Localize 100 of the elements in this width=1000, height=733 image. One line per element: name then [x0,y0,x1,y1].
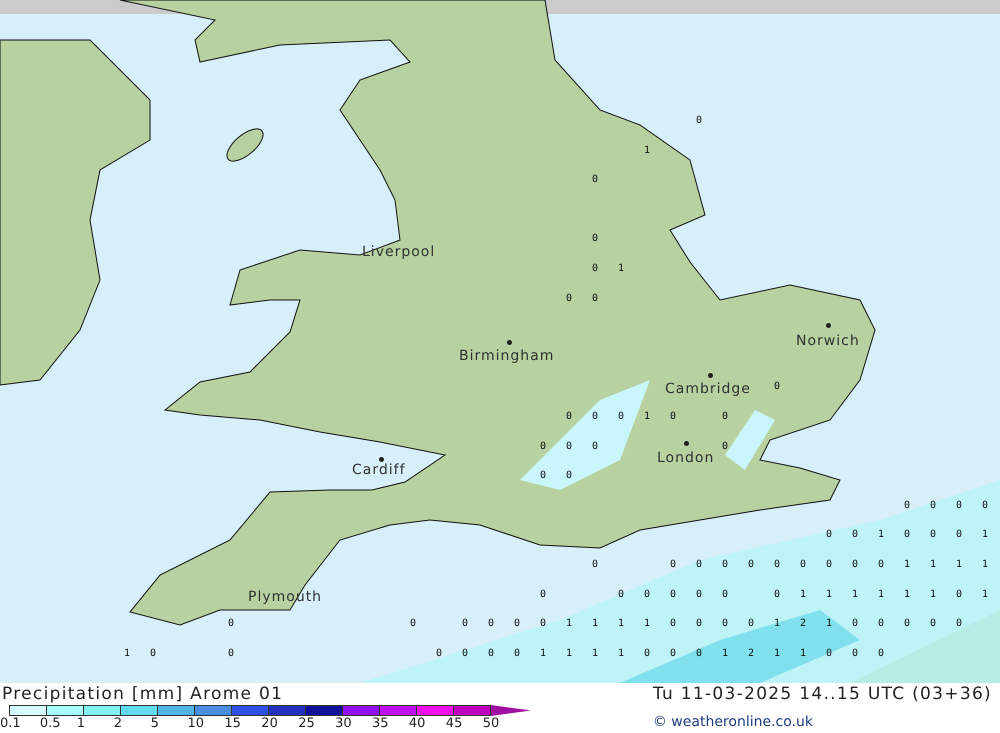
precipitation-value: 0 [720,618,730,630]
precipitation-value: 0 [148,648,158,660]
precipitation-value: 0 [226,618,236,630]
precipitation-value: 0 [980,500,990,512]
legend-label: 35 [372,716,389,732]
precipitation-value: 1 [772,618,782,630]
precipitation-value: 0 [694,588,704,601]
precipitation-value: 1 [928,559,938,571]
precipitation-value: 0 [668,648,678,660]
precipitation-value: 0 [720,588,730,601]
precipitation-value: 0 [642,588,652,601]
precipitation-value: 0 [590,174,600,186]
precipitation-value: 0 [590,233,600,246]
precipitation-value: 0 [590,440,600,453]
precipitation-value: 0 [668,618,678,630]
precipitation-value: 0 [954,588,964,601]
precipitation-value: 0 [876,559,886,571]
precipitation-value: 0 [850,648,860,660]
precipitation-value: 0 [590,263,600,275]
precipitation-value: 0 [668,559,678,571]
precipitation-value: 0 [538,588,548,601]
precipitation-value: 0 [824,529,834,542]
precipitation-value: 0 [772,381,782,394]
precipitation-value: 0 [616,411,626,423]
precipitation-value: 1 [616,648,626,660]
precipitation-value: 0 [694,115,704,127]
city-label: London [657,450,714,466]
precipitation-value: 0 [902,500,912,512]
precipitation-value: 0 [694,618,704,630]
precipitation-value: 0 [720,440,730,453]
precipitation-value: 0 [720,559,730,571]
precipitation-value: 0 [954,500,964,512]
precipitation-value: 0 [538,440,548,453]
city-label: Norwich [796,333,860,349]
precipitation-value: 0 [746,559,756,571]
precipitation-value: 0 [902,618,912,630]
precipitation-value: 1 [642,144,652,157]
precipitation-value: 0 [460,648,470,660]
precipitation-value: 1 [720,648,730,660]
precipitation-value: 0 [564,292,574,305]
precipitation-value: 1 [902,588,912,601]
forecast-timestamp: Tu 11-03-2025 14..15 UTC (03+36) [652,683,992,705]
precipitation-value: 0 [668,411,678,423]
precipitation-value: 0 [694,648,704,660]
precipitation-value: 0 [850,559,860,571]
precipitation-value: 1 [980,529,990,542]
precipitation-value: 1 [538,648,548,660]
precipitation-value: 1 [980,559,990,571]
precipitation-value: 1 [928,588,938,601]
legend-label: 0.1 [0,716,21,732]
legend-label: 25 [298,716,315,732]
precipitation-value: 0 [486,648,496,660]
precipitation-value: 0 [746,618,756,630]
precipitation-value: 1 [642,411,652,423]
precipitation-value: 1 [824,588,834,601]
precipitation-value: 1 [798,588,808,601]
legend-label: 2 [114,716,122,732]
precipitation-value: 0 [538,618,548,630]
legend-label: 15 [224,716,241,732]
precipitation-value: 0 [460,618,470,630]
precipitation-value: 1 [616,263,626,275]
precipitation-value: 1 [850,588,860,601]
precipitation-value: 1 [876,588,886,601]
precipitation-value: 1 [772,648,782,660]
legend-label: 1 [76,716,86,732]
precipitation-value: 1 [122,648,132,660]
precipitation-value: 0 [512,648,522,660]
precipitation-value: 1 [902,559,912,571]
precipitation-value: 0 [642,648,652,660]
city-label: Cardiff [352,462,406,478]
city-label: Liverpool [362,244,436,260]
precipitation-value: 0 [928,500,938,512]
precipitation-value: 0 [824,648,834,660]
legend-label: 30 [335,716,352,732]
precipitation-value: 0 [408,618,418,630]
precipitation-value: 2 [798,618,808,630]
precipitation-value: 0 [512,618,522,630]
legend-label: 45 [446,716,462,732]
precipitation-value: 1 [798,648,808,660]
copyright-text: © weatheronline.co.uk [652,713,814,732]
precipitation-value: 0 [928,618,938,630]
precipitation-value: 1 [590,618,600,630]
precipitation-value: 0 [590,559,600,571]
precipitation-value: 0 [226,648,236,660]
precipitation-value: 2 [746,648,756,660]
precipitation-value: 0 [564,470,574,482]
precipitation-value: 0 [772,559,782,571]
precipitation-value: 1 [590,648,600,660]
legend-label: 40 [408,716,426,732]
precipitation-value: 0 [720,411,730,423]
precipitation-value: 0 [824,559,834,571]
precipitation-value: 1 [564,618,574,630]
precipitation-value: 0 [876,648,886,660]
precipitation-value: 0 [954,618,964,630]
precipitation-value: 1 [564,648,574,660]
legend-label: 0.5 [40,716,61,732]
precipitation-value: 0 [876,618,886,630]
precipitation-value: 0 [694,559,704,571]
precipitation-value: 0 [564,411,574,423]
map-title: Precipitation [mm] Arome 01 [1,683,284,705]
